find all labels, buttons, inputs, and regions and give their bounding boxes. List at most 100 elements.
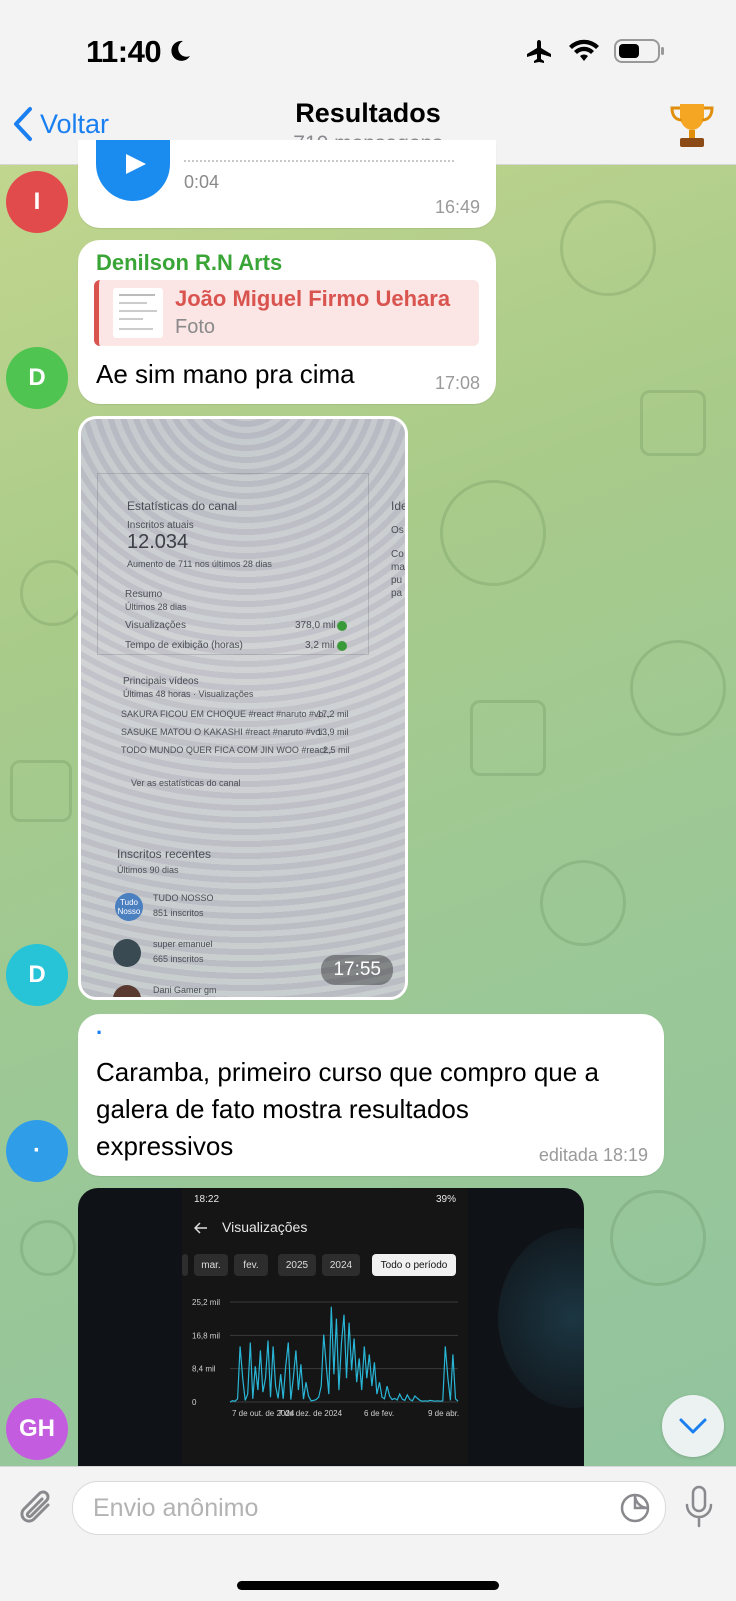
wallpaper-doodle <box>610 1190 706 1286</box>
screen-title: Visualizações <box>222 1219 308 1235</box>
wallpaper-doodle <box>540 860 626 946</box>
wallpaper-doodle <box>10 760 72 822</box>
stats-heading: Estatísticas do canal <box>127 499 238 513</box>
wallpaper-doodle <box>640 390 706 456</box>
video-title: SAKURA FICOU EM CHOQUE #react #naruto #v… <box>121 709 332 719</box>
chat-title[interactable]: Resultados <box>0 98 736 129</box>
summary-period: Últimos 28 dias <box>125 602 187 612</box>
wallpaper-doodle <box>630 640 726 736</box>
side-sub: Os <box>391 525 404 536</box>
moon-icon <box>171 40 190 61</box>
message-time: editada 18:19 <box>538 1145 648 1165</box>
side-line: Co <box>391 549 404 560</box>
chevron-down-icon <box>679 1418 707 1434</box>
microphone-icon[interactable] <box>684 1485 714 1529</box>
top-videos-title: Principais vídeos <box>123 676 199 687</box>
video-views: 2,5 mil <box>323 745 350 755</box>
subscriber-count: 665 inscritos <box>153 954 204 964</box>
avatar[interactable]: · <box>6 1120 68 1182</box>
audio-duration: 0:04 <box>184 172 220 192</box>
video-title: TODO MUNDO QUER FICA COM JIN WOO #react.… <box>121 745 334 755</box>
text-message[interactable]: Denilson R.N Arts João Miguel Firmo Ueha… <box>78 240 496 404</box>
x-tick-label: 6 de fev. <box>364 1409 394 1418</box>
wallpaper-doodle <box>20 1220 76 1276</box>
battery-icon <box>614 39 664 63</box>
subscriber-count: 851 inscritos <box>153 908 204 918</box>
home-indicator <box>237 1581 499 1590</box>
views-line-chart: 25,2 mil16,8 mil8,4 mil07 de out. de 202… <box>192 1298 459 1418</box>
filter-chip: 2025 <box>278 1254 316 1276</box>
message-text: Ae sim mano pra cima <box>96 359 355 389</box>
subs-label: Inscritos atuais <box>127 520 194 531</box>
phone-status-time: 18:22 <box>194 1194 220 1205</box>
message-text-line: expressivos <box>96 1131 234 1161</box>
message-composer: Envio anônimo <box>0 1466 736 1601</box>
reply-thumbnail <box>113 288 163 338</box>
see-stats-link: Ver as estatísticas do canal <box>131 778 241 788</box>
play-icon[interactable] <box>96 140 170 202</box>
avatar[interactable]: GH <box>6 1398 68 1460</box>
video-title: SASUKE MATOU O KAKASHI #react #naruto #v… <box>121 727 330 737</box>
recent-subs-period: Últimos 90 dias <box>117 865 179 875</box>
wallpaper-doodle <box>560 200 656 296</box>
photo-time: 17:55 <box>321 955 393 985</box>
audio-message[interactable]: 0:04 16:49 <box>78 140 496 228</box>
wallpaper-doodle <box>20 560 86 626</box>
up-arrow-icon <box>337 621 347 631</box>
reply-preview[interactable]: João Miguel Firmo Uehara Foto <box>94 280 479 346</box>
side-line: pu <box>391 575 403 586</box>
y-tick-label: 8,4 mil <box>192 1365 216 1374</box>
message-text-line: Caramba, primeiro curso que compro que a <box>96 1057 599 1087</box>
watch-value: 3,2 mil <box>305 640 335 651</box>
avatar[interactable]: D <box>6 347 68 409</box>
phone-battery: 39% <box>436 1194 457 1205</box>
reply-author: João Miguel Firmo Uehara <box>175 286 451 311</box>
summary-title: Resumo <box>125 589 163 600</box>
avatar[interactable]: D <box>6 944 68 1006</box>
text-message[interactable]: · Caramba, primeiro curso que compro que… <box>78 1014 664 1176</box>
wifi-icon <box>569 39 599 61</box>
filter-chip-selected: Todo o período <box>372 1254 456 1276</box>
photo-message[interactable]: Estatísticas do canal Ide Os Co ma pu pa… <box>78 416 408 1000</box>
y-tick-label: 0 <box>192 1398 197 1407</box>
y-tick-label: 16,8 mil <box>192 1331 220 1340</box>
message-time: 16:49 <box>434 197 480 217</box>
airplane-icon <box>527 40 551 63</box>
views-series-line <box>229 1306 459 1403</box>
watch-label: Tempo de exibição (horas) <box>125 640 243 651</box>
subscriber-name: Dani Gamer gm <box>153 985 217 995</box>
message-input[interactable]: Envio anônimo <box>72 1481 666 1535</box>
reply-type: Foto <box>175 316 216 338</box>
top-videos-period: Últimas 48 horas · Visualizações <box>123 689 254 699</box>
subs-value: 12.034 <box>127 531 189 553</box>
views-value: 378,0 mil <box>295 620 336 631</box>
views-label: Visualizações <box>125 620 186 631</box>
attachment-icon[interactable] <box>18 1489 56 1529</box>
sticker-icon[interactable] <box>619 1492 651 1524</box>
arrow-left-icon <box>194 1222 207 1234</box>
sender-name[interactable]: · <box>96 1020 103 1046</box>
sender-name[interactable]: Denilson R.N Arts <box>96 250 282 276</box>
y-tick-label: 25,2 mil <box>192 1298 220 1307</box>
side-heading: Ide <box>391 499 408 513</box>
side-line: pa <box>391 588 403 599</box>
subscriber-avatar: Tudo Nosso <box>115 893 143 921</box>
status-time: 11:40 <box>86 34 162 69</box>
subscriber-name: TUDO NOSSO <box>153 893 214 903</box>
status-icons <box>524 38 666 64</box>
subscriber-name: super emanuel <box>153 939 213 949</box>
avatar[interactable]: I <box>6 171 68 233</box>
side-line: ma <box>391 562 405 573</box>
photo-message[interactable]: 18:22 39% Visualizações mar. fev. 2025 2… <box>78 1188 584 1478</box>
up-arrow-icon <box>337 641 347 651</box>
x-tick-label: 7 de dez. de 2024 <box>278 1409 343 1418</box>
message-time: 17:08 <box>434 373 480 393</box>
blur-glow <box>498 1228 584 1408</box>
filter-chip: 2024 <box>322 1254 360 1276</box>
subs-delta: Aumento de 711 nos últimos 28 dias <box>127 559 272 569</box>
scroll-to-bottom-button[interactable] <box>662 1395 724 1457</box>
message-text-line: galera de fato mostra resultados <box>96 1094 469 1124</box>
video-views: 17,2 mil <box>317 709 349 719</box>
subscriber-avatar <box>113 939 141 967</box>
trophy-icon[interactable] <box>668 100 716 150</box>
